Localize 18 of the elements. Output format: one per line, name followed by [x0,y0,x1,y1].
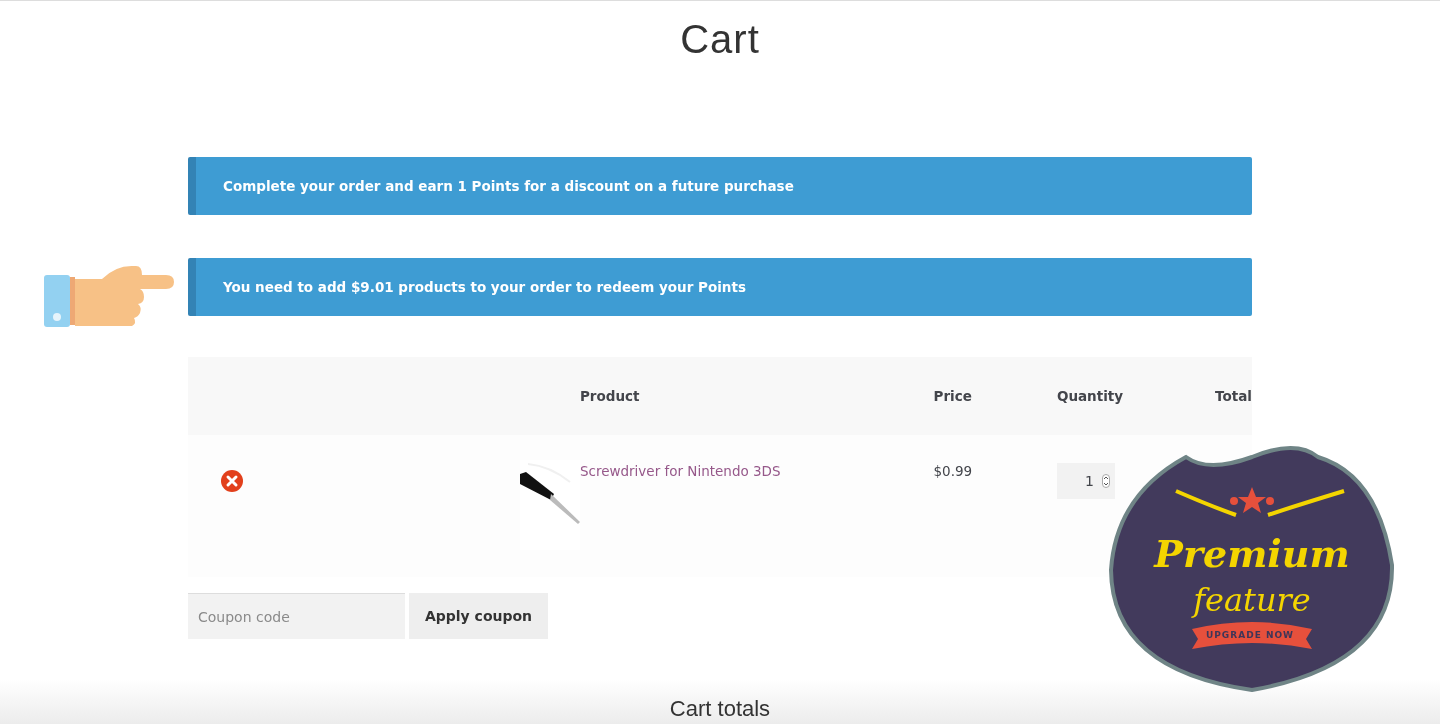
apply-coupon-button[interactable]: Apply coupon [409,593,548,639]
info-notice: You need to add $9.01 products to your order to redeem your Points [188,258,1252,316]
coupon-field[interactable]: Coupon code [188,593,405,639]
badge-title: Premium [1152,531,1351,576]
column-header: Product [579,388,640,404]
page-title: Cart [679,17,761,62]
badge-subtitle: feature [1190,581,1312,619]
column-header: Total [1215,388,1252,404]
info-notice: Complete your order and earn 1 Points for a discount on a future purchase [188,157,1252,215]
column-header: Price [933,388,972,404]
section-title: Cart totals [669,696,771,721]
spinner-icon[interactable] [1101,474,1110,488]
ribbon-label: UPGRADE NOW [1204,630,1296,640]
quantity-field[interactable]: 1 [1056,463,1115,499]
price-text: $0.99 [933,463,973,479]
remove-icon[interactable] [221,470,243,492]
product-link[interactable]: Screwdriver for Nintendo 3DS [579,463,781,479]
column-header: Quantity [1056,388,1124,404]
